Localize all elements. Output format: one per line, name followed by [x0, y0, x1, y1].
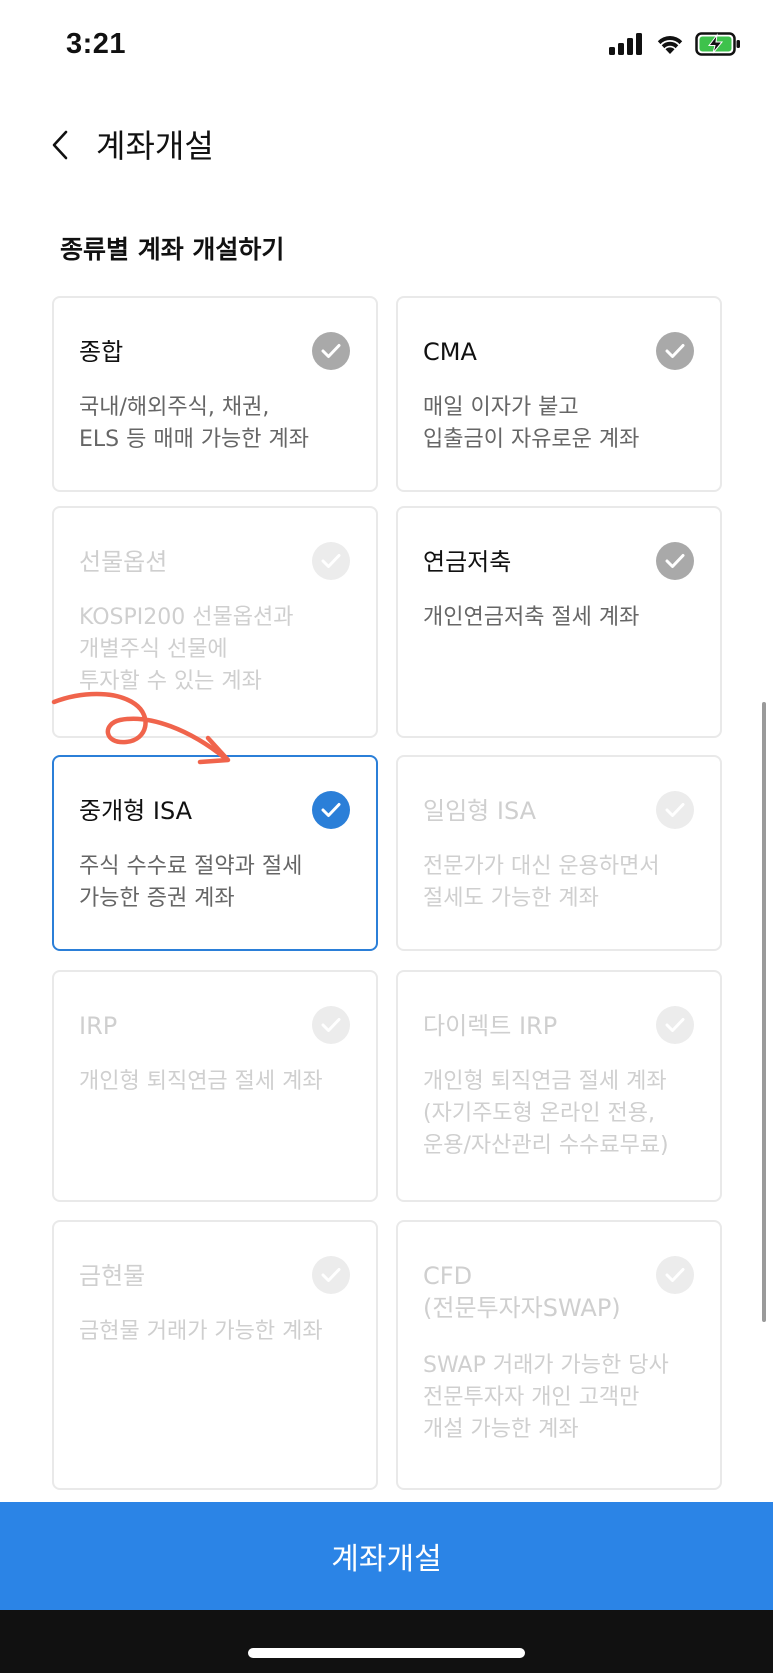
check-icon: [312, 332, 350, 370]
account-card-pension-savings[interactable]: 연금저축 개인연금저축 절세 계좌: [396, 506, 722, 738]
home-bar-area: [0, 1610, 773, 1673]
page-title: 계좌개설: [96, 127, 214, 165]
status-bar: 3:21: [0, 0, 773, 96]
card-description: 매일 이자가 붙고 입출금이 자유로운 계좌: [423, 395, 640, 452]
card-description: 국내/해외주식, 채권, ELS 등 매매 가능한 계좌: [79, 395, 310, 452]
card-description: 개인연금저축 절세 계좌: [423, 605, 640, 630]
account-card-cma[interactable]: CMA 매일 이자가 붙고 입출금이 자유로운 계좌: [396, 296, 722, 492]
check-icon: [312, 1006, 350, 1044]
wifi-icon: [657, 36, 683, 54]
check-icon: [312, 791, 350, 829]
card-description: 금현물 거래가 가능한 계좌: [79, 1319, 323, 1344]
check-icon: [312, 1256, 350, 1294]
open-account-button[interactable]: 계좌개설: [0, 1502, 773, 1610]
account-card-irp[interactable]: IRP 개인형 퇴직연금 절세 계좌: [52, 970, 378, 1202]
card-title: 다이렉트 IRP: [423, 1012, 558, 1040]
account-card-direct-irp[interactable]: 다이렉트 IRP 개인형 퇴직연금 절세 계좌 (자기주도형 온라인 전용, 운…: [396, 970, 722, 1202]
account-card-integrated[interactable]: 종합 국내/해외주식, 채권, ELS 등 매매 가능한 계좌: [52, 296, 378, 492]
account-card-discretionary-isa[interactable]: 일임형 ISA 전문가가 대신 운용하면서 절세도 가능한 계좌: [396, 755, 722, 951]
card-title: 금현물: [79, 1262, 146, 1290]
card-title: CFD (전문투자자SWAP): [423, 1262, 621, 1322]
card-title: 연금저축: [423, 548, 512, 576]
check-icon: [656, 791, 694, 829]
section-title: 종류별 계좌 개설하기: [60, 235, 285, 264]
account-card-gold-spot[interactable]: 금현물 금현물 거래가 가능한 계좌: [52, 1220, 378, 1490]
card-description: SWAP 거래가 가능한 당사 전문투자자 개인 고객만 개설 가능한 계좌: [423, 1353, 669, 1442]
check-icon: [656, 332, 694, 370]
card-description: 전문가가 대신 운용하면서 절세도 가능한 계좌: [423, 854, 660, 911]
check-icon: [656, 1006, 694, 1044]
signal-icon: [609, 33, 642, 55]
home-indicator[interactable]: [248, 1648, 525, 1658]
check-icon: [656, 1256, 694, 1294]
scrollbar[interactable]: [762, 702, 766, 1322]
card-title: CMA: [423, 338, 477, 366]
chevron-left-icon: [52, 130, 68, 160]
card-description: 개인형 퇴직연금 절세 계좌: [79, 1069, 323, 1094]
header: 계좌개설: [0, 105, 773, 185]
battery-charging-icon: [695, 32, 740, 56]
back-button[interactable]: [40, 120, 80, 170]
card-title: 종합: [79, 338, 124, 366]
check-icon: [312, 542, 350, 580]
card-description: KOSPI200 선물옵션과 개별주식 선물에 투자할 수 있는 계좌: [79, 605, 294, 694]
card-title: 선물옵션: [79, 548, 168, 576]
card-description: 주식 수수료 절약과 절세 가능한 증권 계좌: [79, 854, 303, 911]
check-icon: [656, 542, 694, 580]
account-card-cfd[interactable]: CFD (전문투자자SWAP) SWAP 거래가 가능한 당사 전문투자자 개인…: [396, 1220, 722, 1490]
status-time: 3:21: [66, 28, 127, 60]
card-description: 개인형 퇴직연금 절세 계좌 (자기주도형 온라인 전용, 운용/자산관리 수수…: [423, 1069, 669, 1158]
annotation-arrow-icon: [51, 691, 231, 765]
card-title: 일임형 ISA: [423, 797, 537, 825]
card-title: IRP: [79, 1012, 118, 1040]
status-icons: [609, 32, 741, 56]
